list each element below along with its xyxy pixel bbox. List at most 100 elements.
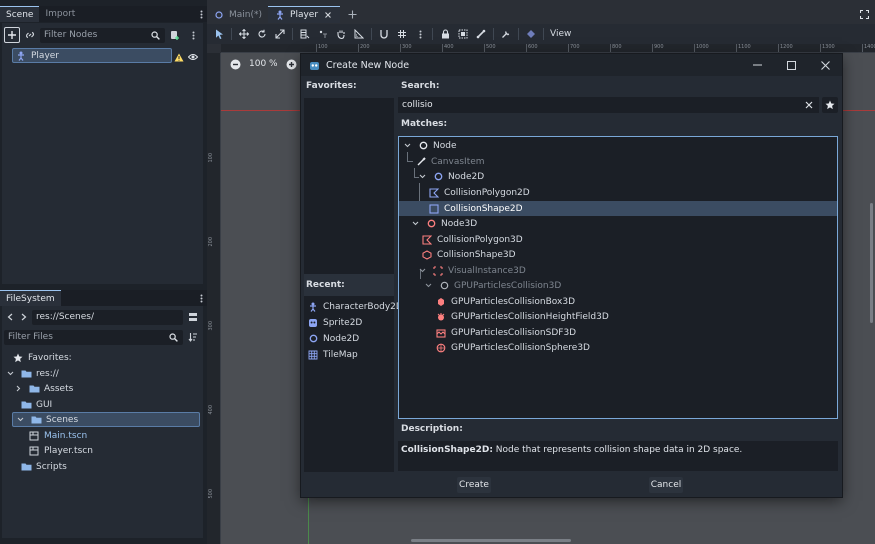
recent-item-node2d[interactable]: Node2D <box>307 331 359 346</box>
file-tree-assets[interactable]: Assets <box>12 381 73 396</box>
close-tab-icon[interactable] <box>322 9 334 21</box>
filesystem-dock-menu-icon[interactable] <box>195 290 207 306</box>
search-input[interactable]: collisio <box>398 97 819 113</box>
file-tree-main-tscn[interactable]: Main.tscn <box>28 428 87 443</box>
chevron-down-icon[interactable] <box>416 265 428 277</box>
distraction-free-button[interactable] <box>858 6 875 23</box>
back-arrow-icon[interactable] <box>4 311 16 323</box>
file-tree-scenes[interactable]: Scenes <box>12 412 200 427</box>
tool-icon[interactable] <box>500 28 512 40</box>
lock-icon[interactable] <box>439 28 451 40</box>
path-field[interactable]: res://Scenes/ <box>32 309 183 325</box>
search-icon <box>167 331 179 343</box>
clear-search-icon[interactable] <box>803 99 815 111</box>
scene-tree-item-player[interactable]: Player <box>12 48 172 63</box>
chevron-down-icon[interactable] <box>14 414 26 426</box>
sort-icon[interactable] <box>185 329 201 345</box>
select-mode-icon[interactable] <box>213 28 225 40</box>
tab-import[interactable]: Import <box>39 6 81 22</box>
snap-options-menu-icon[interactable] <box>414 28 426 40</box>
pivot-icon[interactable] <box>317 28 329 40</box>
file-tree-res-root[interactable]: res:// <box>4 366 59 381</box>
view-menu-button[interactable]: View <box>550 29 571 39</box>
rotate-mode-icon[interactable] <box>256 28 268 40</box>
move-mode-icon[interactable] <box>238 28 250 40</box>
recent-item-sprite2d[interactable]: Sprite2D <box>307 315 362 330</box>
scene-dock-menu-icon[interactable] <box>195 6 207 22</box>
warning-icon[interactable] <box>173 51 185 63</box>
match-item-label: CollisionPolygon2D <box>444 187 530 198</box>
forward-arrow-icon[interactable] <box>18 311 30 323</box>
bone-icon[interactable] <box>475 28 487 40</box>
favorite-toggle-button[interactable] <box>822 97 838 113</box>
file-tree-gui[interactable]: GUI <box>20 397 52 412</box>
chevron-down-icon[interactable] <box>4 368 16 380</box>
dialog-titlebar[interactable]: Create New Node <box>301 54 842 76</box>
tab-scene[interactable]: Scene <box>0 6 40 22</box>
scene-filter-input[interactable]: Filter Nodes <box>40 27 165 43</box>
scale-mode-icon[interactable] <box>274 28 286 40</box>
zoom-out-icon[interactable] <box>229 58 241 70</box>
list-select-icon[interactable] <box>299 28 311 40</box>
horizontal-scrollbar[interactable] <box>411 539 571 542</box>
tab-main-scene[interactable]: Main(*) <box>207 6 268 23</box>
ruler-mark: 600 <box>526 44 538 52</box>
files-filter-input[interactable]: Filter Files <box>4 329 183 345</box>
chevron-down-icon[interactable] <box>416 171 428 183</box>
file-tree-scripts[interactable]: Scripts <box>20 459 67 474</box>
pan-hand-icon[interactable] <box>335 28 347 40</box>
match-item-collisionpolygon2d[interactable]: CollisionPolygon2D <box>428 185 530 200</box>
match-item-node[interactable]: Node <box>401 138 457 153</box>
match-item-canvasitem[interactable]: CanvasItem <box>415 154 485 169</box>
minimize-button[interactable] <box>740 54 774 76</box>
scene-tree-item-label: Player <box>31 50 60 61</box>
ruler-icon[interactable] <box>353 28 365 40</box>
attach-script-icon[interactable] <box>167 27 183 43</box>
chevron-down-icon[interactable] <box>401 140 413 152</box>
match-item-node3d[interactable]: Node3D <box>409 216 477 231</box>
chevron-down-icon[interactable] <box>409 218 421 230</box>
override-camera-icon[interactable] <box>525 28 537 40</box>
create-button[interactable]: Create <box>457 477 491 493</box>
file-tree-label: Player.tscn <box>44 445 93 456</box>
match-item-node2d[interactable]: Node2D <box>416 169 484 184</box>
favorites-list[interactable] <box>304 98 394 274</box>
tab-player-scene[interactable]: Player <box>268 6 341 23</box>
scene-options-menu-icon[interactable] <box>185 27 201 43</box>
match-item-gpuparticlescollision3d[interactable]: GPUParticlesCollision3D <box>422 278 561 293</box>
match-item-collisionshape3d[interactable]: CollisionShape3D <box>421 247 516 262</box>
match-item-collisionshape2d[interactable]: CollisionShape2D <box>399 201 837 216</box>
instance-scene-link-icon[interactable] <box>22 27 38 43</box>
zoom-in-icon[interactable] <box>286 58 298 70</box>
match-item-gpuparticlescollisionbox3d[interactable]: GPUParticlesCollisionBox3D <box>435 294 575 309</box>
maximize-button[interactable] <box>774 54 808 76</box>
zoom-level[interactable]: 100 % <box>249 59 278 69</box>
add-tab-button[interactable] <box>340 6 364 23</box>
matches-tree[interactable]: Node CanvasItem Node2D CollisionPolygon2… <box>398 136 838 419</box>
chevron-right-icon[interactable] <box>12 383 24 395</box>
file-tree-player-tscn[interactable]: Player.tscn <box>28 443 93 458</box>
recent-item-characterbody2d[interactable]: CharacterBody2D <box>307 299 403 314</box>
match-item-gpuparticlescollisionsphere3d[interactable]: GPUParticlesCollisionSphere3D <box>435 340 590 355</box>
group-icon[interactable] <box>457 28 469 40</box>
node3d-icon <box>425 218 437 230</box>
smart-snap-icon[interactable] <box>378 28 390 40</box>
cancel-button[interactable]: Cancel <box>649 477 683 493</box>
collision-polygon-2d-icon <box>428 187 440 199</box>
match-item-collisionpolygon3d[interactable]: CollisionPolygon3D <box>421 232 523 247</box>
visibility-eye-icon[interactable] <box>187 51 199 63</box>
match-item-gpuparticlescollisionsdf3d[interactable]: GPUParticlesCollisionSDF3D <box>435 325 576 340</box>
dialog-title: Create New Node <box>326 59 410 71</box>
ruler-mark: 300 <box>208 321 214 331</box>
chevron-down-icon[interactable] <box>422 280 434 292</box>
add-node-button[interactable] <box>4 27 20 43</box>
recent-item-tilemap[interactable]: TileMap <box>307 347 358 362</box>
file-tree-favorites[interactable]: Favorites: <box>12 350 72 365</box>
close-button[interactable] <box>808 54 842 76</box>
tab-filesystem[interactable]: FileSystem <box>0 290 61 306</box>
match-item-gpuparticlescollisionheightfield3d[interactable]: GPUParticlesCollisionHeightField3D <box>435 309 609 324</box>
match-item-visualinstance3d[interactable]: VisualInstance3D <box>416 263 526 278</box>
split-view-icon[interactable] <box>185 309 201 325</box>
grid-snap-icon[interactable] <box>396 28 408 40</box>
vertical-scrollbar[interactable] <box>870 203 873 323</box>
